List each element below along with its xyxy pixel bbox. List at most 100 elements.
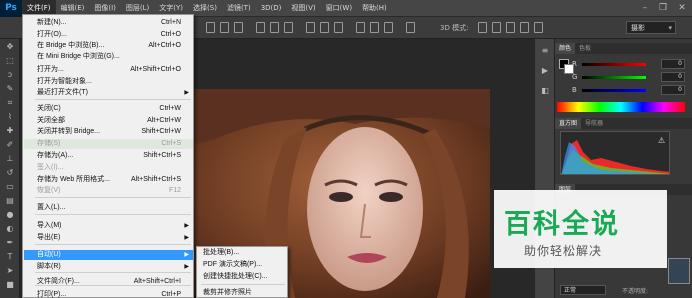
layer-thumbnail[interactable] bbox=[668, 258, 690, 284]
menu-item-label: 关闭(C) bbox=[37, 105, 61, 112]
type-tool-icon[interactable]: T bbox=[5, 253, 15, 261]
tab-swatches[interactable]: 色板 bbox=[575, 43, 595, 54]
file-menu-item[interactable]: 存储为(A)... Shift+Ctrl+S bbox=[24, 151, 193, 161]
3d-drag-icon[interactable] bbox=[506, 22, 515, 33]
align-bottom-icon[interactable] bbox=[234, 22, 243, 33]
file-menu-item[interactable]: 打开(O)... Ctrl+O bbox=[24, 30, 193, 40]
file-menu-item[interactable]: 导入(M) ▶ bbox=[24, 221, 193, 231]
blue-value[interactable]: 0 bbox=[661, 85, 685, 95]
align-middle-icon[interactable] bbox=[220, 22, 229, 33]
dodge-tool-icon[interactable]: ◐ bbox=[5, 225, 15, 233]
color-spectrum[interactable] bbox=[557, 102, 685, 112]
green-slider[interactable]: G 0 bbox=[572, 72, 685, 82]
file-menu-item[interactable]: 恢复(V) F12 bbox=[24, 186, 193, 196]
file-menu-item[interactable]: 最近打开文件(T) ▶ bbox=[24, 88, 193, 98]
3d-scale-icon[interactable] bbox=[534, 22, 543, 33]
red-value[interactable]: 0 bbox=[661, 59, 685, 69]
crop-tool-icon[interactable]: ⌗ bbox=[5, 99, 15, 107]
file-menu-item[interactable]: 打印(P)... Ctrl+P bbox=[24, 290, 193, 298]
3d-slide-icon[interactable] bbox=[520, 22, 529, 33]
3d-rotate-icon[interactable] bbox=[478, 22, 487, 33]
file-menu-item[interactable]: 新建(N)... Ctrl+N bbox=[24, 18, 193, 28]
distribute-top-icon[interactable] bbox=[306, 22, 315, 33]
align-center-icon[interactable] bbox=[270, 22, 279, 33]
menu-item-label: 在 Bridge 中浏览(B)... bbox=[37, 42, 105, 49]
file-menu-item[interactable]: 签入(I)... bbox=[24, 163, 193, 173]
red-track[interactable] bbox=[582, 63, 646, 66]
history-panel-icon[interactable]: ≡ bbox=[540, 47, 550, 55]
menu-item[interactable]: 3D(D) bbox=[256, 0, 287, 17]
file-menu-item[interactable]: 关闭全部 Alt+Ctrl+W bbox=[24, 116, 193, 126]
file-menu-item[interactable]: 脚本(R) ▶ bbox=[24, 262, 193, 272]
close-icon[interactable]: ✕ bbox=[673, 0, 691, 17]
align-left-icon[interactable] bbox=[256, 22, 265, 33]
history-brush-tool-icon[interactable]: ↺ bbox=[5, 169, 15, 177]
photoshop-logo[interactable]: Ps bbox=[0, 0, 22, 17]
distribute-bottom-icon[interactable] bbox=[334, 22, 343, 33]
file-menu-item[interactable]: 在 Bridge 中浏览(B)... Alt+Ctrl+O bbox=[24, 41, 193, 51]
menu-item[interactable]: 视图(V) bbox=[286, 0, 320, 17]
blend-mode-select[interactable]: 正常 bbox=[560, 285, 606, 295]
tab-histogram[interactable]: 直方图 bbox=[555, 118, 582, 129]
menu-item[interactable]: 滤镜(T) bbox=[222, 0, 256, 17]
green-value[interactable]: 0 bbox=[661, 72, 685, 82]
gradient-tool-icon[interactable]: ▤ bbox=[5, 197, 15, 205]
properties-panel-icon[interactable]: ◧ bbox=[540, 87, 550, 95]
red-slider[interactable]: R 0 bbox=[572, 59, 685, 69]
auto-align-icon[interactable] bbox=[406, 22, 415, 33]
automate-menu-item[interactable]: 创建快捷批处理(C)... bbox=[203, 272, 268, 282]
menu-separator bbox=[35, 99, 191, 100]
3d-roll-icon[interactable] bbox=[492, 22, 501, 33]
workspace-select[interactable]: 摄影 bbox=[626, 21, 676, 34]
align-right-icon[interactable] bbox=[284, 22, 293, 33]
automate-menu-item[interactable]: 裁剪并修齐照片 bbox=[203, 288, 252, 298]
file-menu-item[interactable]: 置入(L)... bbox=[24, 203, 193, 213]
blur-tool-icon[interactable]: ● bbox=[5, 211, 15, 219]
file-menu-item[interactable]: 导出(E) ▶ bbox=[24, 233, 193, 243]
menu-item-shortcut: Alt+Shift+Ctrl+S bbox=[131, 176, 181, 183]
file-menu-item[interactable]: 关闭(C) Ctrl+W bbox=[24, 104, 193, 114]
automate-submenu: 批处理(B)... PDF 演示文稿(P)... 创建快捷批处理(C)... 裁剪并修… bbox=[196, 246, 288, 298]
distribute-left-icon[interactable] bbox=[356, 22, 365, 33]
path-select-tool-icon[interactable]: ➤ bbox=[5, 267, 15, 275]
green-track[interactable] bbox=[582, 76, 646, 79]
tab-navigator[interactable]: 导航器 bbox=[581, 118, 607, 129]
tab-color[interactable]: 颜色 bbox=[555, 43, 576, 54]
blue-track[interactable] bbox=[582, 89, 646, 92]
menu-item[interactable]: 窗口(W) bbox=[321, 0, 357, 17]
file-menu-item[interactable]: 在 Mini Bridge 中浏览(G)... bbox=[24, 52, 193, 62]
align-top-icon[interactable] bbox=[206, 22, 215, 33]
distribute-right-icon[interactable] bbox=[384, 22, 393, 33]
file-menu-item[interactable]: 存储(S) Ctrl+S bbox=[24, 139, 193, 149]
shape-tool-icon[interactable]: ■ bbox=[5, 281, 15, 289]
file-menu-item[interactable]: 存储为 Web 所用格式... Alt+Shift+Ctrl+S bbox=[24, 175, 193, 185]
marquee-tool-icon[interactable]: ⬚ bbox=[5, 57, 15, 65]
warning-icon[interactable]: ⚠ bbox=[658, 136, 665, 145]
file-menu-item[interactable]: 自动(U) ▶ bbox=[24, 250, 193, 260]
pen-tool-icon[interactable]: ✒ bbox=[5, 239, 15, 247]
menu-item[interactable]: 帮助(H) bbox=[357, 0, 392, 17]
restore-icon[interactable]: ❐ bbox=[654, 0, 672, 17]
eraser-tool-icon[interactable]: ▭ bbox=[5, 183, 15, 191]
tools-panel: ✥ ⬚ ↄ ✎ ⌗ ⌇ ✚ ✐ ⊥ ↺ ▭ ▤ ● ◐ ✒ T ➤ ■ bbox=[0, 39, 20, 298]
move-tool-icon[interactable]: ✥ bbox=[5, 43, 15, 51]
healing-brush-tool-icon[interactable]: ✚ bbox=[5, 127, 15, 135]
distribute-center-icon[interactable] bbox=[370, 22, 379, 33]
eyedropper-tool-icon[interactable]: ⌇ bbox=[5, 113, 15, 121]
automate-menu-item[interactable]: 批处理(B)... bbox=[203, 248, 239, 258]
menu-item-shortcut: Ctrl+S bbox=[161, 140, 181, 147]
quick-select-tool-icon[interactable]: ✎ bbox=[5, 85, 15, 93]
brush-tool-icon[interactable]: ✐ bbox=[5, 141, 15, 149]
file-menu-item[interactable]: 关闭并转到 Bridge... Shift+Ctrl+W bbox=[24, 127, 193, 137]
file-menu-item[interactable]: 打开为... Alt+Shift+Ctrl+O bbox=[24, 65, 193, 75]
lasso-tool-icon[interactable]: ↄ bbox=[5, 71, 15, 79]
automate-menu-item[interactable]: PDF 演示文稿(P)... bbox=[203, 260, 262, 270]
menu-item-label: 最近打开文件(T) bbox=[37, 89, 88, 96]
clone-stamp-tool-icon[interactable]: ⊥ bbox=[5, 155, 15, 163]
actions-panel-icon[interactable]: ▶ bbox=[540, 67, 550, 75]
minimize-icon[interactable]: – bbox=[636, 0, 654, 17]
file-menu-item[interactable]: 打开为智能对象... bbox=[24, 77, 193, 87]
3d-mode-label: 3D 模式: bbox=[440, 24, 469, 32]
blue-slider[interactable]: B 0 bbox=[572, 85, 685, 95]
distribute-middle-icon[interactable] bbox=[320, 22, 329, 33]
